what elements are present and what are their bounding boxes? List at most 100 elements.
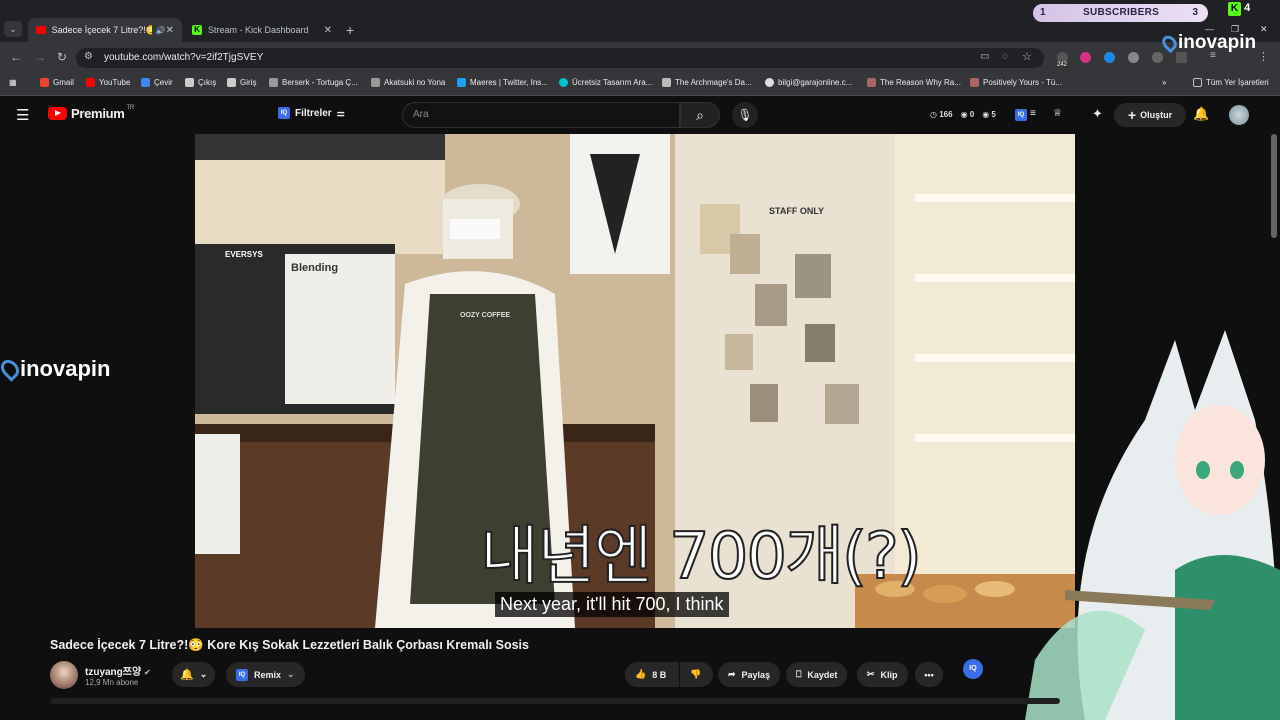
close-tab-icon[interactable]: ✕ bbox=[324, 25, 332, 36]
hamburger-menu-icon[interactable]: ☰ bbox=[16, 106, 29, 124]
tab-label: Stream - Kick Dashboard bbox=[208, 25, 309, 35]
bookmark-icon: ⎕ bbox=[796, 669, 802, 679]
create-button[interactable]: + Oluştur bbox=[1114, 103, 1186, 127]
back-icon[interactable]: ← bbox=[10, 50, 22, 64]
bookmark-positively[interactable]: Positively Yours - Tü... bbox=[970, 78, 1062, 87]
apps-grid-icon[interactable]: ▦ bbox=[9, 78, 17, 87]
youtube-favicon-icon bbox=[36, 26, 46, 34]
extension-badge: 242 bbox=[1055, 62, 1070, 68]
save-button[interactable]: ⎕ Kaydet bbox=[786, 662, 848, 687]
video-korean-caption: 내년엔 700개(?) bbox=[479, 519, 923, 595]
bookmark-akatsuki[interactable]: Akatsuki no Yona bbox=[371, 78, 445, 87]
tab-youtube[interactable]: Sadece İçecek 7 Litre?!😳 K 🔊 ✕ bbox=[28, 18, 182, 42]
tab-search-button[interactable]: ⌄ bbox=[4, 21, 22, 37]
apron-text: OOZY COFFEE bbox=[460, 312, 511, 319]
remix-label: Remix bbox=[254, 669, 282, 680]
gemini-icon[interactable]: ✦ bbox=[1092, 106, 1103, 122]
search-icon: ⌕ bbox=[696, 107, 704, 123]
kick-badge: K 4 bbox=[1228, 2, 1256, 20]
extension-icon[interactable] bbox=[1104, 52, 1115, 63]
url-text: youtube.com/watch?v=2if2TjgSVEY bbox=[104, 52, 264, 63]
tab-label: Sadece İçecek 7 Litre?!😳 K bbox=[51, 24, 152, 35]
plus-icon: + bbox=[1127, 107, 1137, 123]
list-icon[interactable]: ≡ bbox=[1030, 108, 1036, 119]
subs-label: SUBSCRIBERS bbox=[1083, 7, 1160, 18]
filters-button[interactable]: IQ Filtreler ⚌ bbox=[278, 107, 345, 119]
bookmark-berserk[interactable]: Berserk - Tortuga Ç... bbox=[269, 78, 358, 87]
notifications-bell-icon[interactable]: 🔔 bbox=[1193, 106, 1209, 122]
extension-icon[interactable] bbox=[1128, 52, 1139, 63]
bookmark-archmage[interactable]: The Archmage's Da... bbox=[662, 78, 752, 87]
site-info-icon[interactable]: ⚙ bbox=[84, 51, 93, 62]
channel-avatar[interactable] bbox=[50, 661, 78, 689]
forward-icon[interactable]: → bbox=[34, 50, 46, 64]
user-avatar[interactable] bbox=[1229, 105, 1249, 125]
search-placeholder: Ara bbox=[413, 109, 429, 120]
bookmark-cevir[interactable]: Çevir bbox=[141, 78, 173, 87]
region-code: TR bbox=[126, 104, 135, 111]
bookmark-bilgi[interactable]: bilgi@garajonline.c... bbox=[765, 78, 852, 87]
like-button[interactable]: 👍 8 B bbox=[625, 662, 679, 687]
extension-icon[interactable] bbox=[1152, 52, 1163, 63]
bookmark-ucretsiz[interactable]: Ücretsiz Tasarım Ara... bbox=[559, 78, 652, 87]
more-actions-button[interactable]: ••• bbox=[915, 662, 943, 687]
share-button[interactable]: ➦ Paylaş bbox=[718, 662, 781, 687]
video-title: Sadece İçecek 7 Litre?!😳 Kore Kış Sokak … bbox=[50, 638, 529, 652]
trophy-icon[interactable]: ♕ bbox=[1053, 108, 1062, 119]
subscribed-bell-button[interactable]: 🔔 ⌄ bbox=[172, 662, 216, 687]
description-box-edge bbox=[50, 698, 1060, 704]
tab-kick-dashboard[interactable]: K Stream - Kick Dashboard ✕ bbox=[184, 18, 340, 42]
iq-icon[interactable]: IQ bbox=[1015, 109, 1027, 121]
bookmark-giris[interactable]: Giriş bbox=[227, 78, 256, 87]
page-scrollbar[interactable] bbox=[1271, 134, 1277, 238]
search-button[interactable]: ⌕ bbox=[680, 102, 720, 128]
voice-search-button[interactable]: 🎙 bbox=[732, 102, 758, 128]
reload-icon[interactable]: ↻ bbox=[57, 50, 67, 64]
views-stat: ◷ 166 bbox=[930, 110, 953, 119]
bookmark-maeres[interactable]: Maeres | Twitter, Ins... bbox=[457, 78, 548, 87]
kick-count: 4 bbox=[1244, 2, 1251, 14]
chevron-down-icon: ⌄ bbox=[199, 669, 208, 679]
share-icon: ➦ bbox=[728, 669, 736, 679]
new-tab-button[interactable]: + bbox=[346, 22, 354, 38]
bookmark-youtube[interactable]: YouTube bbox=[86, 78, 130, 87]
eye-off-icon[interactable]: ◌ bbox=[1002, 51, 1008, 62]
subscriber-count: 12,9 Mn abone bbox=[85, 678, 139, 687]
more-bookmarks-icon[interactable]: » bbox=[1162, 78, 1166, 87]
search-input[interactable]: Ara bbox=[402, 102, 680, 128]
watermark-text: inovapin bbox=[20, 356, 111, 381]
watch-stat: ◉ 5 bbox=[982, 110, 996, 119]
close-tab-icon[interactable]: ✕ bbox=[166, 25, 174, 36]
cast-icon[interactable]: ▭ bbox=[980, 51, 989, 62]
window-close-icon[interactable]: ✕ bbox=[1260, 24, 1268, 35]
remix-button[interactable]: IQ Remix ⌄ bbox=[226, 662, 305, 687]
clip-button[interactable]: ✂ Klip bbox=[857, 662, 908, 687]
bookmark-star-icon[interactable]: ☆ bbox=[1022, 50, 1032, 63]
sliders-icon: ⚌ bbox=[336, 107, 345, 118]
youtube-premium-logo[interactable]: Premium TR bbox=[48, 104, 135, 121]
bell-icon: 🔔 bbox=[180, 669, 194, 681]
dislike-button[interactable]: 👎 bbox=[680, 662, 713, 687]
bookmark-reason[interactable]: The Reason Why Ra... bbox=[867, 78, 961, 87]
iq-icon: IQ bbox=[278, 107, 290, 119]
eye-stat: ◉ 0 bbox=[960, 110, 975, 119]
browser-menu-icon[interactable]: ⋮ bbox=[1258, 50, 1269, 63]
blending-sign: Blending bbox=[291, 262, 339, 274]
iq-floating-button[interactable]: IQ bbox=[963, 659, 983, 679]
kick-favicon-icon: K bbox=[192, 25, 202, 35]
channel-name-text: tzuyang쯔양 bbox=[85, 667, 142, 678]
subscribers-overlay: 1 SUBSCRIBERS 3 bbox=[1033, 4, 1208, 22]
url-bar[interactable]: ⚙ youtube.com/watch?v=2if2TjgSVEY bbox=[76, 48, 1044, 68]
extension-icon[interactable] bbox=[1080, 52, 1091, 63]
subs-count-left: 1 bbox=[1040, 7, 1046, 18]
bookmark-cikis[interactable]: Çıkış bbox=[185, 78, 216, 87]
inovapin-watermark-top: inovapin bbox=[1159, 32, 1256, 54]
brand-text: Premium bbox=[71, 106, 125, 121]
scissors-icon: ✂ bbox=[867, 669, 875, 679]
audio-icon: 🔊 bbox=[155, 25, 166, 35]
all-bookmarks-folder[interactable]: Tüm Yer İşaretleri bbox=[1193, 78, 1269, 87]
kick-icon: K bbox=[1228, 2, 1241, 16]
thumbs-down-icon: 👎 bbox=[690, 669, 702, 679]
bookmark-gmail[interactable]: Gmail bbox=[40, 78, 74, 87]
channel-name[interactable]: tzuyang쯔양 ✔ bbox=[85, 663, 151, 678]
